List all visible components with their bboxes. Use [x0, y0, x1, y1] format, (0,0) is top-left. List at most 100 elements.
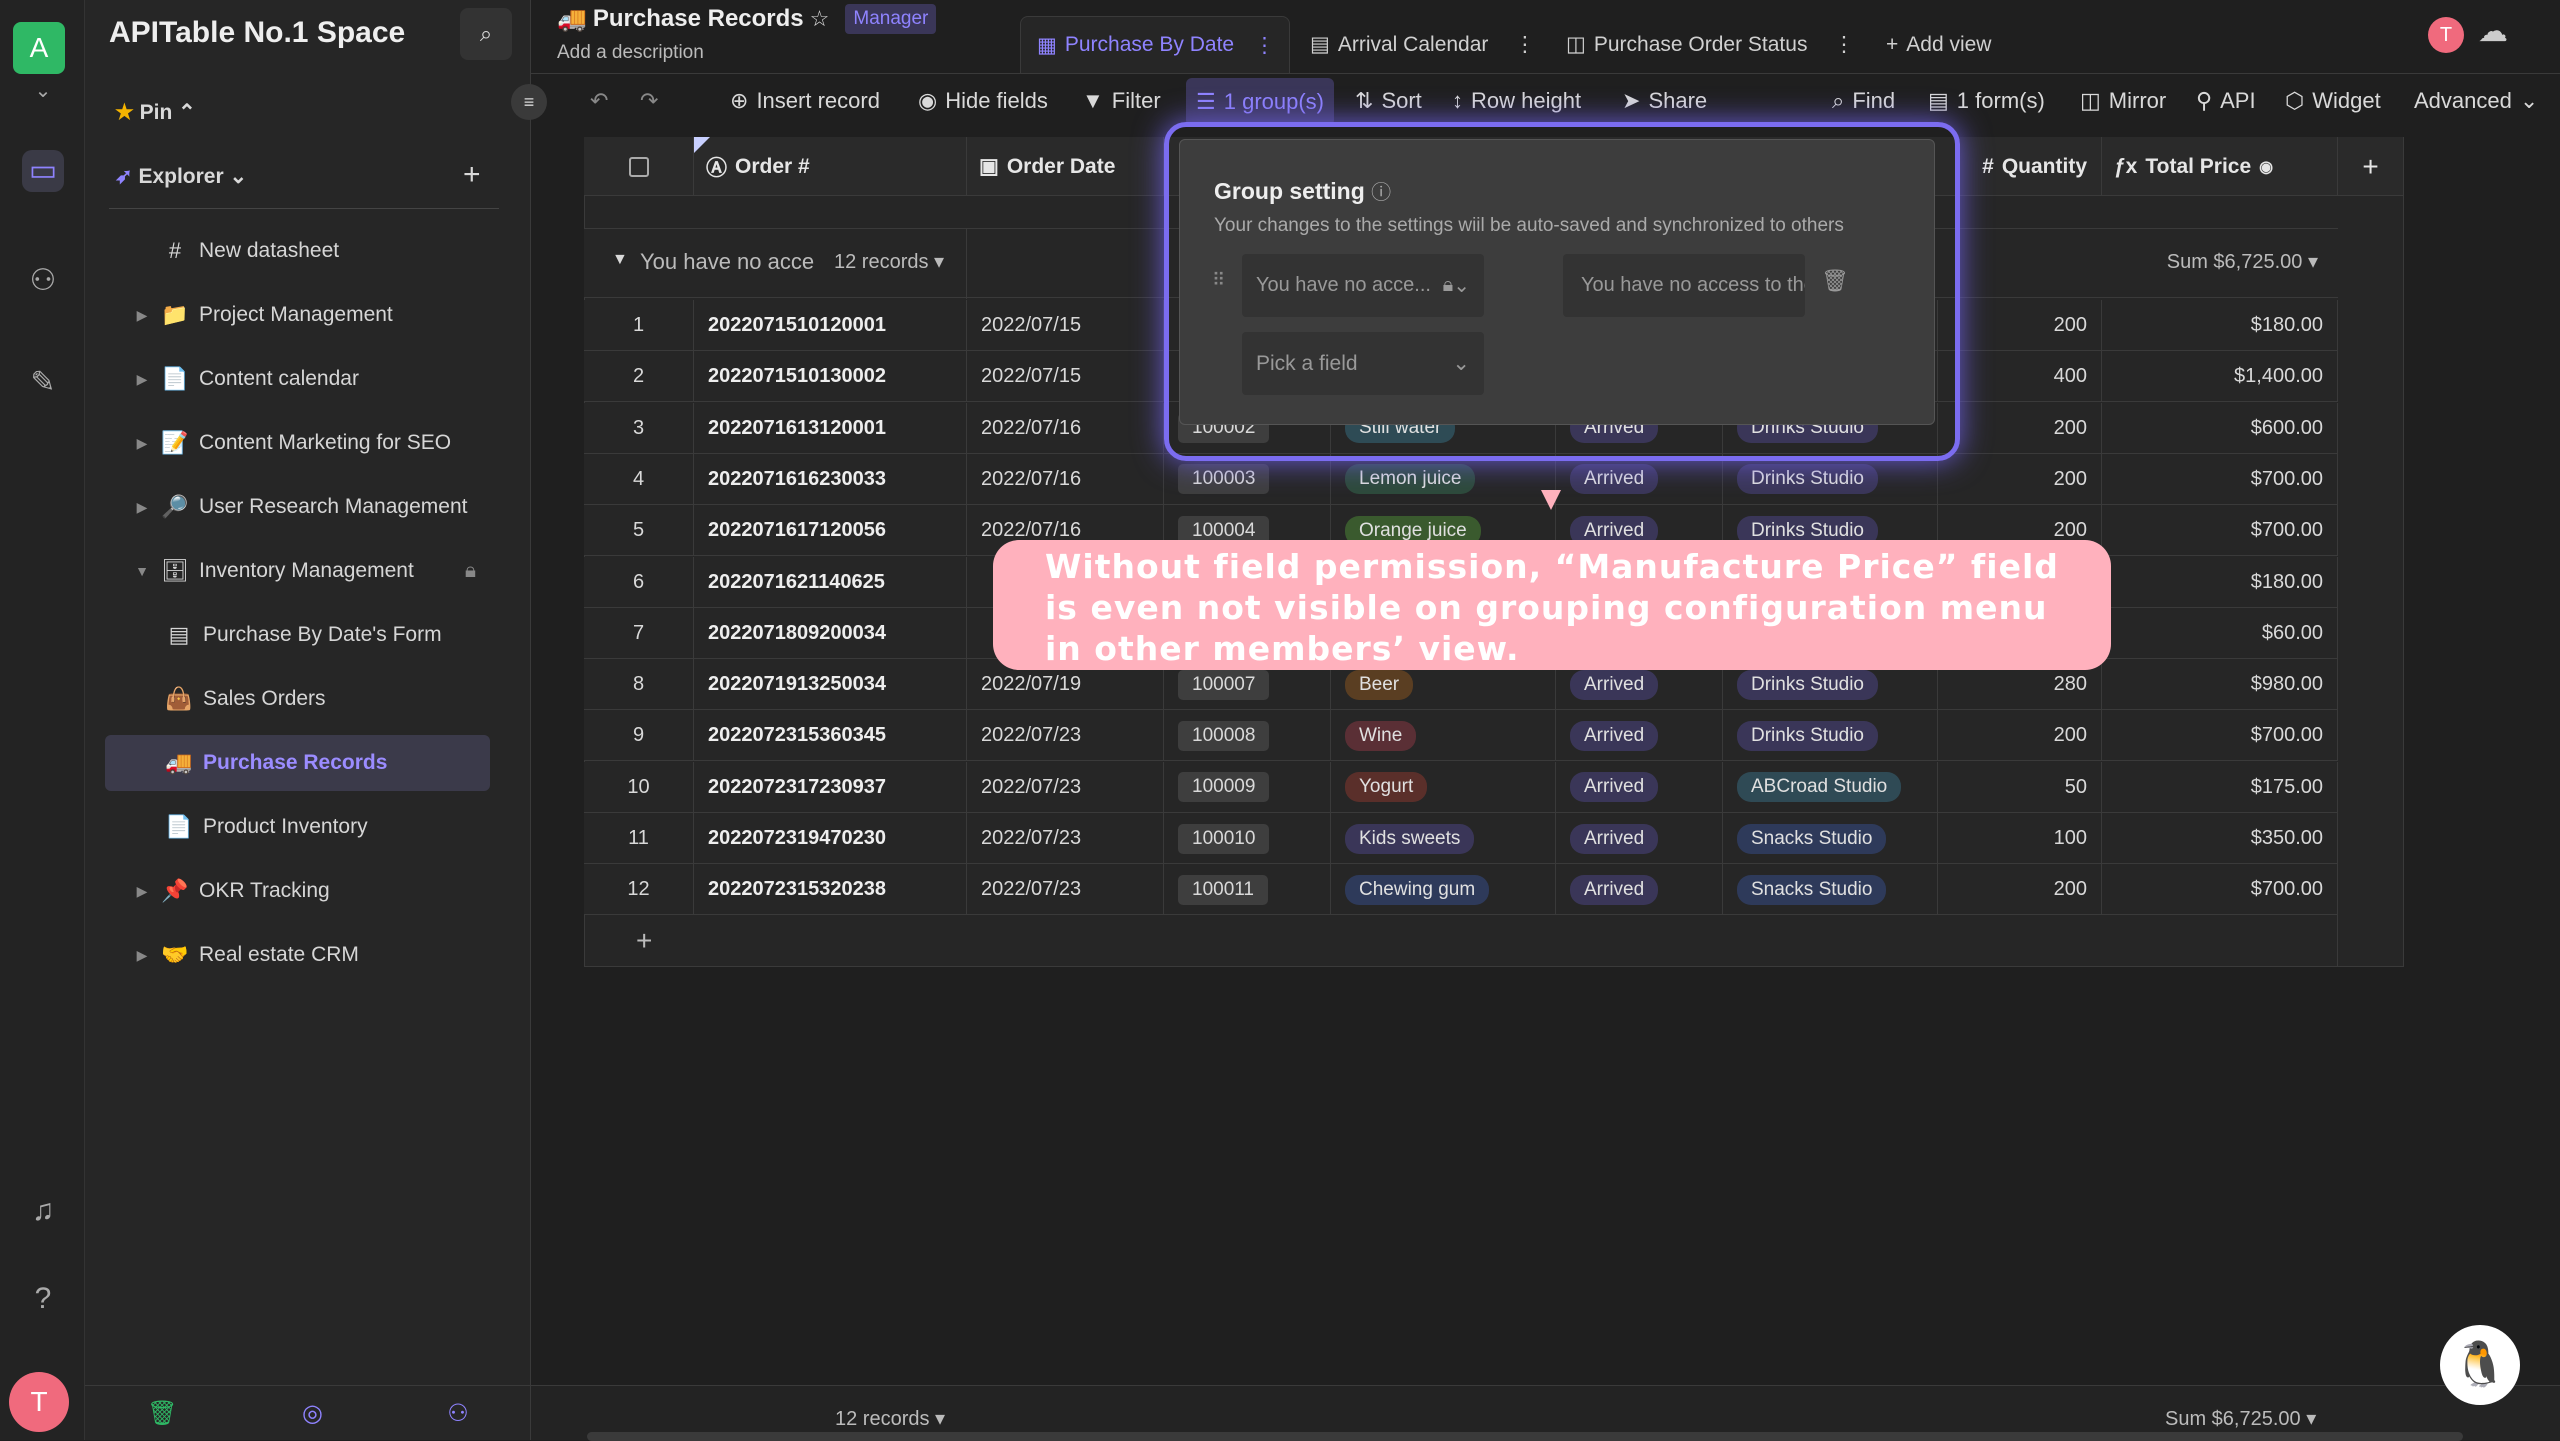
pin-section[interactable]: ★ Pin ⌃: [115, 100, 196, 125]
table-row[interactable]: 9 2022072315360345 2022/07/23 100008 Wine Arr…: [584, 710, 2338, 762]
sidebar-item[interactable]: ▶ 📄 Content calendar: [105, 351, 490, 407]
caret-down-icon[interactable]: ▼: [127, 563, 157, 579]
more-icon[interactable]: ⋮: [1254, 33, 1275, 58]
order-number[interactable]: 2022071809200034: [708, 622, 886, 645]
product-id-tag[interactable]: 100011: [1178, 874, 1268, 905]
order-date[interactable]: 2022/07/16: [981, 417, 1081, 440]
sidebar-item[interactable]: ▶ 📁 Project Management: [105, 287, 490, 343]
order-number[interactable]: 2022071510120001: [708, 314, 886, 337]
insert-record-button[interactable]: ⊕ Insert record: [730, 88, 880, 114]
explorer-section[interactable]: ➶ Explorer ⌄: [115, 164, 247, 189]
templates-icon[interactable]: ✎: [22, 362, 64, 404]
delete-icon[interactable]: 🗑: [1821, 268, 1849, 294]
description[interactable]: Add a description: [557, 42, 704, 64]
order-date[interactable]: 2022/07/16: [981, 519, 1081, 542]
product-id-tag[interactable]: 100010: [1178, 823, 1270, 854]
add-view-button[interactable]: + Add view: [1886, 16, 1991, 73]
user-avatar[interactable]: T: [9, 1372, 69, 1432]
product-tag[interactable]: Lemon juice: [1345, 464, 1476, 495]
order-date[interactable]: 2022/07/16: [981, 468, 1081, 491]
caret-right-icon[interactable]: ▶: [127, 499, 157, 516]
workbench-icon[interactable]: ▭: [22, 150, 64, 192]
order-number[interactable]: 2022072319470230: [708, 827, 886, 850]
space-name[interactable]: APITable No.1 Space: [109, 16, 405, 50]
tab-purchase-by-date[interactable]: ▦ Purchase By Date ⋮: [1020, 16, 1290, 73]
caret-right-icon[interactable]: ▶: [127, 947, 157, 964]
group-button[interactable]: ☰ 1 group(s): [1186, 78, 1335, 126]
sidebar-item[interactable]: 📄 Product Inventory: [105, 799, 490, 855]
quantity[interactable]: 50: [2065, 776, 2087, 799]
user-avatar-small[interactable]: T: [2428, 17, 2464, 53]
table-row[interactable]: 11 2022072319470230 2022/07/23 100010 Kids s…: [584, 813, 2338, 864]
column-header-order[interactable]: Ⓐ Order #: [694, 137, 967, 196]
space-avatar[interactable]: A: [13, 22, 65, 74]
trash-icon[interactable]: 🗑: [147, 1399, 177, 1428]
assistant-mascot[interactable]: 🐧: [2440, 1325, 2520, 1405]
supplier-tag[interactable]: ABCroad Studio: [1737, 772, 1902, 803]
explore-icon[interactable]: ◎: [302, 1399, 323, 1428]
order-date[interactable]: 2022/07/23: [981, 827, 1081, 850]
order-date[interactable]: 2022/07/23: [981, 724, 1081, 747]
mirror-button[interactable]: ◫ Mirror: [2080, 88, 2166, 114]
forms-button[interactable]: ▤ 1 form(s): [1928, 88, 2045, 114]
quantity[interactable]: 200: [2054, 724, 2087, 747]
group-field-select[interactable]: You have no acce... 🔒︎ ⌄: [1242, 254, 1484, 317]
sidebar-item[interactable]: 👜 Sales Orders: [105, 671, 490, 727]
quantity[interactable]: 280: [2054, 673, 2087, 696]
sidebar-item[interactable]: ▶ 🔎 User Research Management: [105, 479, 490, 535]
group-order-select[interactable]: You have no access to the: [1563, 254, 1805, 317]
chevron-down-icon[interactable]: ⌄: [22, 70, 64, 112]
quantity[interactable]: 100: [2054, 827, 2087, 850]
order-number[interactable]: 2022071621140625: [708, 571, 885, 594]
status-tag[interactable]: Arrived: [1570, 669, 1659, 700]
undo-button[interactable]: ↶: [590, 88, 608, 114]
quantity[interactable]: 200: [2054, 314, 2087, 337]
help-icon[interactable]: ⓘ: [1371, 182, 1391, 204]
caret-right-icon[interactable]: ▶: [127, 307, 157, 324]
select-all-checkbox[interactable]: [584, 137, 694, 196]
group-sum[interactable]: Sum $6,725.00 ▾: [2167, 249, 2318, 274]
order-number[interactable]: 2022071510130002: [708, 365, 886, 388]
supplier-tag[interactable]: Drinks Studio: [1737, 720, 1878, 751]
supplier-tag[interactable]: Drinks Studio: [1737, 464, 1878, 495]
order-date[interactable]: 2022/07/19: [981, 673, 1081, 696]
order-number[interactable]: 2022071616230033: [708, 468, 886, 491]
product-tag[interactable]: Kids sweets: [1345, 823, 1475, 854]
bell-icon[interactable]: ♫: [22, 1190, 64, 1232]
record-count[interactable]: 12 records ▾: [835, 1406, 945, 1431]
advanced-button[interactable]: Advanced ⌄: [2414, 88, 2538, 114]
sidebar-item[interactable]: ▶ 📌 OKR Tracking: [105, 863, 490, 919]
members-icon[interactable]: ⚇: [22, 260, 64, 302]
product-tag[interactable]: Beer: [1345, 669, 1414, 700]
sort-button[interactable]: ⇅ Sort: [1355, 88, 1422, 114]
quantity[interactable]: 200: [2054, 468, 2087, 491]
order-number[interactable]: 2022072315320238: [708, 878, 886, 901]
add-row-button[interactable]: +: [584, 915, 2338, 966]
column-header-quantity[interactable]: # Quantity: [1938, 137, 2102, 196]
order-number[interactable]: 2022072317230937: [708, 776, 886, 799]
tab-arrival-calendar[interactable]: ▤ Arrival Calendar ⋮: [1310, 16, 1535, 73]
filter-button[interactable]: ▼ Filter: [1082, 88, 1161, 114]
product-id-tag[interactable]: 100008: [1178, 720, 1270, 751]
table-row[interactable]: 12 2022072315320238 2022/07/23 100011 Chewin…: [584, 864, 2338, 916]
more-icon[interactable]: ⋮: [1514, 32, 1535, 57]
order-number[interactable]: 2022071613120001: [708, 417, 886, 440]
table-row[interactable]: 10 2022072317230937 2022/07/23 100009 Yogurt…: [584, 761, 2338, 813]
sidebar-item[interactable]: ▶ 📝 Content Marketing for SEO: [105, 415, 490, 471]
row-height-button[interactable]: ↕ Row height: [1452, 88, 1581, 114]
column-freeze-handle[interactable]: [694, 137, 710, 153]
sidebar-item[interactable]: ▤ Purchase By Date's Form: [105, 607, 490, 663]
product-id-tag[interactable]: 100003: [1178, 464, 1270, 495]
column-header-date[interactable]: ▣ Order Date: [967, 137, 1164, 196]
hide-fields-button[interactable]: ◉ Hide fields: [918, 88, 1048, 114]
table-row[interactable]: 4 2022071616230033 2022/07/16 100003 Lemon j…: [584, 453, 2338, 505]
product-tag[interactable]: Wine: [1345, 720, 1417, 751]
add-node-button[interactable]: +: [463, 158, 481, 192]
datasheet-title[interactable]: Purchase Records: [593, 5, 804, 33]
group-count[interactable]: 12 records ▾: [834, 249, 944, 274]
product-tag[interactable]: Yogurt: [1345, 772, 1428, 803]
quantity[interactable]: 400: [2054, 365, 2087, 388]
order-date[interactable]: 2022/07/23: [981, 878, 1081, 901]
product-tag[interactable]: Chewing gum: [1345, 874, 1490, 905]
status-tag[interactable]: Arrived: [1570, 720, 1659, 751]
